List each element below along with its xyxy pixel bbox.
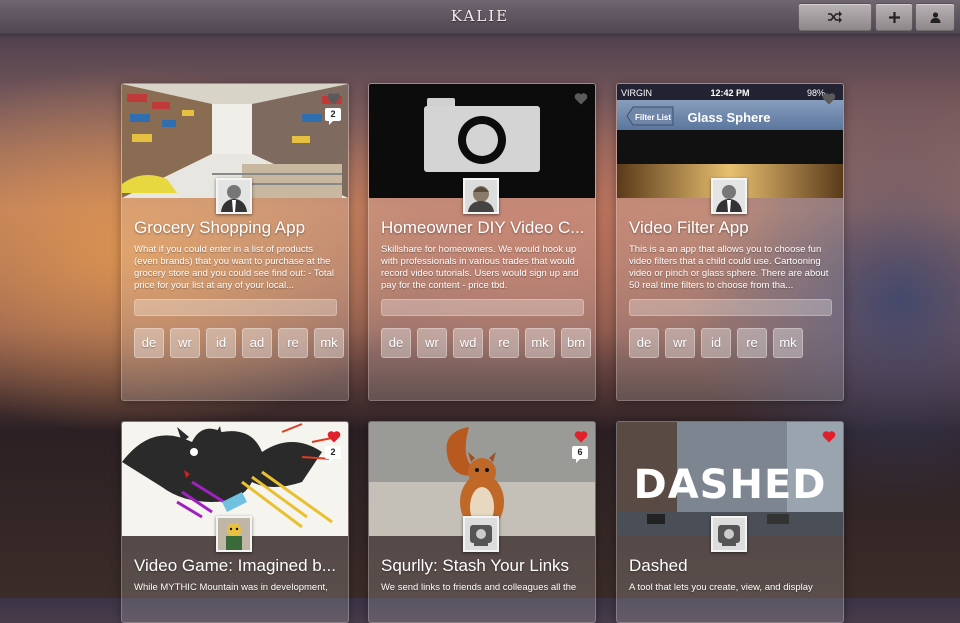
tag-wd[interactable]: wd bbox=[453, 328, 483, 358]
card-description: While MYTHIC Mountain was in development… bbox=[134, 582, 328, 593]
heart-icon-liked[interactable] bbox=[574, 430, 588, 443]
tag-mk[interactable]: mk bbox=[773, 328, 803, 358]
tag-de[interactable]: de bbox=[381, 328, 411, 358]
tag-re[interactable]: re bbox=[737, 328, 767, 358]
tag-de[interactable]: de bbox=[629, 328, 659, 358]
card-description: A tool that lets you create, view, and d… bbox=[629, 582, 813, 593]
tag-de[interactable]: de bbox=[134, 328, 164, 358]
heart-icon[interactable] bbox=[574, 92, 588, 105]
status-carrier: VIRGIN bbox=[621, 88, 652, 98]
card-description: This is a an app that allows you to choo… bbox=[629, 244, 829, 291]
heart-icon[interactable] bbox=[822, 92, 836, 105]
avatar[interactable] bbox=[711, 178, 747, 214]
plus-icon bbox=[888, 11, 900, 23]
tag-mk[interactable]: mk bbox=[525, 328, 555, 358]
top-bar: KALIE bbox=[0, 0, 960, 34]
tag-ad[interactable]: ad bbox=[242, 328, 272, 358]
shuffle-icon bbox=[828, 11, 842, 23]
avatar[interactable] bbox=[216, 516, 252, 552]
tag-bm[interactable]: bm bbox=[561, 328, 591, 358]
tag-list: de wr id ad re mk bbox=[134, 328, 344, 358]
card-description: We send links to friends and colleagues … bbox=[381, 582, 577, 593]
idea-card[interactable]: Homeowner DIY Video C... Skillshare for … bbox=[368, 83, 596, 401]
progress-bar bbox=[629, 299, 832, 316]
idea-card[interactable]: 6 Squrlly: Stash Your Links We send link… bbox=[368, 421, 596, 623]
shuffle-button[interactable] bbox=[798, 3, 872, 31]
card-description: Skillshare for homeowners. We would hook… bbox=[381, 244, 579, 291]
add-button[interactable] bbox=[875, 3, 913, 31]
idea-card[interactable]: DASHED Dashed A tool that lets you creat… bbox=[616, 421, 844, 623]
user-icon bbox=[930, 11, 940, 23]
card-title[interactable]: Video Filter App bbox=[629, 218, 833, 238]
user-button[interactable] bbox=[915, 3, 955, 31]
heart-icon-liked[interactable] bbox=[327, 430, 341, 443]
tag-wr[interactable]: wr bbox=[417, 328, 447, 358]
idea-card[interactable]: VIRGIN 12:42 PM 98% Filter List Glass Sp… bbox=[616, 83, 844, 401]
card-title[interactable]: Dashed bbox=[629, 556, 833, 576]
nav-title: Glass Sphere bbox=[687, 110, 770, 125]
idea-card[interactable]: 2 Video Game: Imagined b... While MYTHIC… bbox=[121, 421, 349, 623]
avatar[interactable] bbox=[463, 516, 499, 552]
comment-count-badge: 6 bbox=[572, 446, 588, 463]
card-title[interactable]: Squrlly: Stash Your Links bbox=[381, 556, 585, 576]
progress-bar bbox=[134, 299, 337, 316]
tag-mk[interactable]: mk bbox=[314, 328, 344, 358]
comment-count-badge: 2 bbox=[325, 446, 341, 463]
card-title[interactable]: Grocery Shopping App bbox=[134, 218, 338, 238]
tag-id[interactable]: id bbox=[701, 328, 731, 358]
tag-re[interactable]: re bbox=[278, 328, 308, 358]
avatar[interactable] bbox=[463, 178, 499, 214]
comment-count-badge: 2 bbox=[325, 108, 341, 125]
tag-list: de wr wd re mk bm bbox=[381, 328, 591, 358]
heart-icon-liked[interactable] bbox=[822, 430, 836, 443]
filter-list-back: Filter List bbox=[635, 113, 671, 122]
tag-wr[interactable]: wr bbox=[170, 328, 200, 358]
avatar[interactable] bbox=[711, 516, 747, 552]
status-time: 12:42 PM bbox=[710, 88, 749, 98]
dashed-sign: DASHED bbox=[634, 462, 827, 508]
card-description: What if you could enter in a list of pro… bbox=[134, 244, 334, 291]
tag-list: de wr id re mk bbox=[629, 328, 803, 358]
tag-id[interactable]: id bbox=[206, 328, 236, 358]
progress-bar bbox=[381, 299, 584, 316]
card-title[interactable]: Homeowner DIY Video C... bbox=[381, 218, 585, 238]
tag-re[interactable]: re bbox=[489, 328, 519, 358]
idea-card[interactable]: 2 Grocery Shopping App What if you could… bbox=[121, 83, 349, 401]
card-title[interactable]: Video Game: Imagined b... bbox=[134, 556, 338, 576]
heart-icon[interactable] bbox=[327, 92, 341, 105]
avatar[interactable] bbox=[216, 178, 252, 214]
tag-wr[interactable]: wr bbox=[665, 328, 695, 358]
